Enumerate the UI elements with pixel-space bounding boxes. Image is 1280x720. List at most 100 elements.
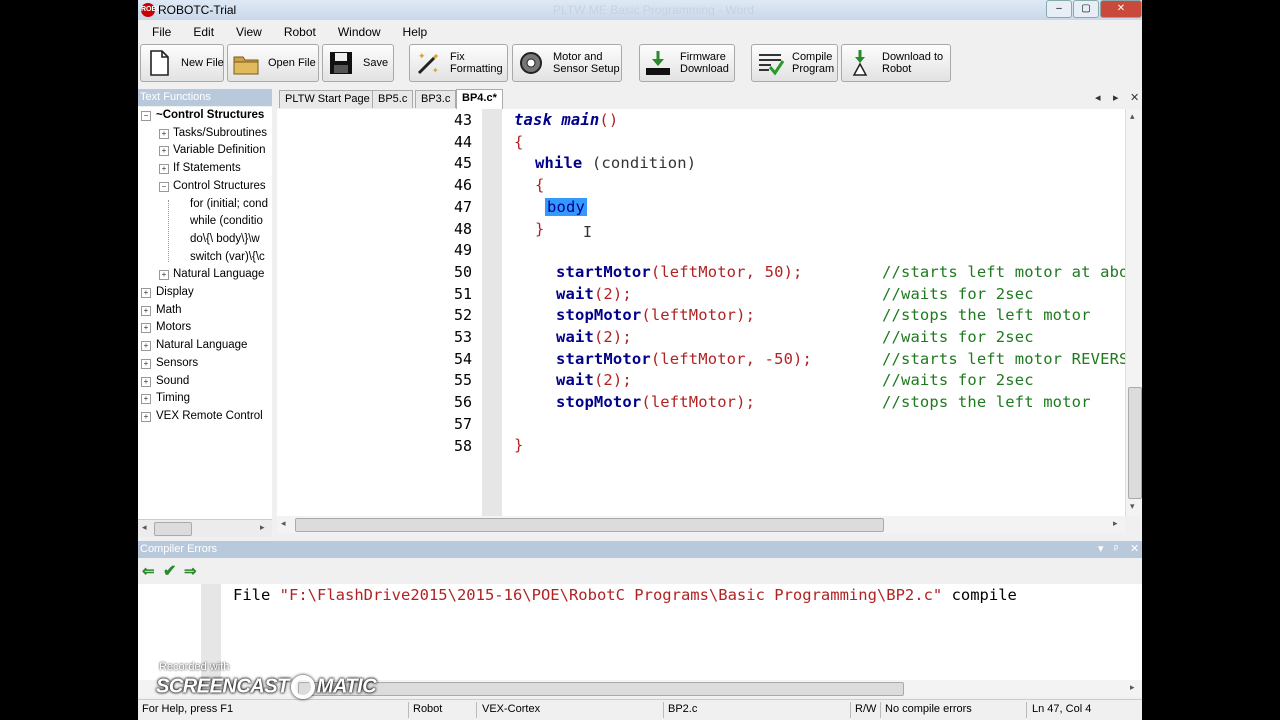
new-file-button[interactable]: New File [140,44,224,82]
tab-close-icon[interactable]: ✕ [1130,91,1139,104]
scrollbar-thumb[interactable] [1128,387,1142,499]
tree-item[interactable]: Math [156,302,182,319]
tab-scroll-right-icon[interactable]: ▸ [1113,91,1119,104]
editor-vertical-scrollbar[interactable]: ▴ ▾ [1125,109,1142,516]
tree-item[interactable]: while (conditio [190,213,263,230]
line-number: 44 [453,132,472,151]
robot-download-icon [852,50,868,76]
download-to-robot-button[interactable]: Download to Robot [841,44,951,82]
scroll-right-arrow-icon[interactable]: ▸ [1113,518,1118,529]
tree-expander-icon[interactable]: + [141,358,151,369]
scroll-left-arrow-icon[interactable]: ◂ [142,522,147,533]
screencast-o-matic-watermark: SCREENCAST MATIC [156,675,377,699]
tree-item[interactable]: ~Control Structures [156,107,264,124]
code-line-43: task main() [514,111,618,129]
tree-item[interactable]: Tasks/Subroutines [173,125,267,142]
tree-expander-icon[interactable]: + [159,146,169,157]
tree-item[interactable]: Sound [156,373,189,390]
tree-expander-icon[interactable]: + [141,394,151,405]
panel-dropdown-icon[interactable]: ▾ [1098,541,1104,558]
line-number: 57 [453,414,472,433]
tree-item[interactable]: do\{\ body\}\w [190,231,260,248]
tree-item[interactable]: switch (var)\{\c [190,249,265,266]
compile-program-button[interactable]: Compile Program [751,44,838,82]
tree-item[interactable]: Display [156,284,194,301]
menu-view[interactable]: View [222,21,270,41]
tree-item[interactable]: Motors [156,319,191,336]
new-file-icon [150,50,169,76]
maximize-button[interactable]: ▢ [1073,0,1099,18]
floppy-disk-icon [330,52,352,74]
text-functions-scrollbar[interactable]: ◂ ▸ [138,519,272,537]
menu-edit[interactable]: Edit [179,21,222,41]
scroll-right-arrow-icon[interactable]: ▸ [1130,682,1135,693]
tree-item[interactable]: Natural Language [156,337,247,354]
scroll-left-arrow-icon[interactable]: ◂ [281,518,286,529]
firmware-download-icon [646,51,670,75]
firmware-download-button[interactable]: Firmware Download [639,44,735,82]
compiler-errors-output[interactable]: File "F:\FlashDrive2015\2015-16\POE\Robo… [138,584,1142,680]
code-token: stopMotor [556,393,642,411]
message-suffix: compile [942,586,1017,604]
tree-item[interactable]: Timing [156,390,190,407]
menu-robot[interactable]: Robot [270,21,324,41]
save-button[interactable]: Save [322,44,394,82]
scroll-right-arrow-icon[interactable]: ▸ [260,522,265,533]
tree-expander-icon[interactable]: + [141,376,151,387]
code-line-50: startMotor(leftMotor, 50); [556,263,803,281]
tab-bp5[interactable]: BP5.c [372,90,414,108]
tree-expander-icon[interactable]: + [159,270,169,281]
tree-item[interactable]: Sensors [156,355,198,372]
tab-bp3[interactable]: BP3.c [415,90,457,108]
tree-expander-icon[interactable]: + [141,341,151,352]
code-editor[interactable]: 43 44 45 46 47 48 49 50 51 52 53 54 55 56 57 58 task ma… [277,109,1125,516]
tree-expander-icon[interactable]: + [141,288,151,298]
tree-expander-icon[interactable]: + [141,411,151,422]
tree-expander-icon[interactable]: + [141,323,151,334]
code-token: (condition) [582,154,697,172]
scroll-down-arrow-icon[interactable]: ▾ [1130,501,1135,512]
tab-scroll-left-icon[interactable]: ◂ [1095,91,1101,104]
code-token: startMotor [556,350,651,368]
selected-text[interactable]: body [545,198,587,216]
tree-expander-icon[interactable]: + [141,305,151,316]
robotc-app-icon[interactable]: ROBOT [141,3,166,17]
open-file-button[interactable]: Open File [227,44,319,82]
fix-formatting-button[interactable]: ✦ ✦ Fix Formatting [409,44,508,82]
tree-item[interactable]: VEX Remote Control [156,408,263,425]
scrollbar-thumb[interactable] [154,522,192,536]
tree-item[interactable]: Natural Language [173,266,264,283]
tree-expander-icon[interactable]: + [159,128,169,139]
menu-file[interactable]: File [138,21,179,41]
scroll-up-arrow-icon[interactable]: ▴ [1130,111,1135,122]
tab-bp4[interactable]: BP4.c* [456,89,503,109]
menu-window[interactable]: Window [324,21,389,41]
code-token: task [514,111,552,129]
compiler-errors-header: Compiler Errors ▾ ᵖ ✕ [138,541,1142,558]
line-number: 52 [453,306,472,325]
tree-expander-icon[interactable]: − [141,111,151,121]
tree-item[interactable]: If Statements [173,160,241,177]
tree-item[interactable]: Variable Definition [173,142,265,159]
scrollbar-thumb[interactable] [295,518,884,532]
checkmark-icon[interactable]: ✔ [163,561,176,581]
motor-sensor-setup-button[interactable]: Motor and Sensor Setup [512,44,622,82]
next-error-arrow-icon[interactable]: ⇒ [184,562,197,580]
minimize-button[interactable]: – [1046,0,1072,18]
editor-horizontal-scrollbar[interactable]: ◂ ▸ [277,516,1125,533]
panel-close-icon[interactable]: ✕ [1130,541,1139,558]
menu-help[interactable]: Help [389,21,436,41]
code-token: stopMotor [556,306,642,324]
tree-expander-icon[interactable]: + [159,164,169,175]
panel-pin-icon[interactable]: ᵖ [1114,541,1118,558]
code-line-47: body [545,198,587,216]
tree-expander-icon[interactable]: − [159,181,169,192]
tree-item[interactable]: for (initial; cond [190,196,268,213]
toolbar: New File Open File Save ✦ ✦ Fix Formattin… [138,43,1142,85]
previous-error-arrow-icon[interactable]: ⇐ [142,562,155,580]
tree-item[interactable]: Control Structures [173,178,266,195]
scrollbar-thumb[interactable] [298,682,904,696]
tree-guide-line [168,200,169,262]
close-button[interactable]: ✕ [1100,0,1142,18]
tab-pltw-start-page[interactable]: PLTW Start Page [279,90,376,108]
